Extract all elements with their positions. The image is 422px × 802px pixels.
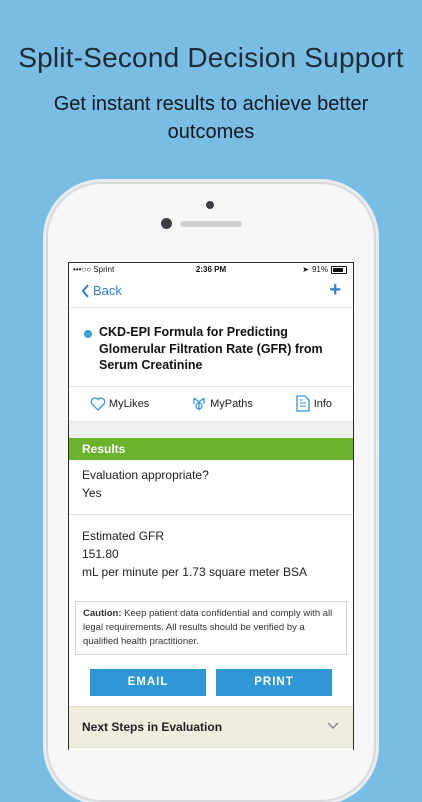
mypaths-label: MyPaths (210, 397, 253, 410)
evaluation-value: Yes (82, 485, 102, 500)
status-bar: •••○○ Sprint 2:36 PM ➤ 91% (69, 263, 353, 277)
phone-screen: •••○○ Sprint 2:36 PM ➤ 91% Back + CKD-EP… (68, 262, 354, 750)
info-document-icon (296, 395, 310, 412)
caution-prefix: Caution: (83, 607, 122, 619)
chevron-down-icon (327, 721, 339, 729)
evaluation-label: Evaluation appropriate? (82, 467, 209, 482)
front-camera (161, 218, 172, 229)
action-row: MyLikes MyPaths Info (69, 387, 353, 422)
gfr-unit: mL per minute per 1.73 square meter BSA (82, 564, 307, 579)
chevron-left-icon (81, 283, 89, 298)
gfr-field: Estimated GFR 151.80 mL per minute per 1… (69, 515, 353, 593)
mylikes-label: MyLikes (108, 397, 150, 410)
button-row: EMAIL PRINT (69, 655, 353, 706)
caution-notice: Caution: Keep patient data confidential … (75, 600, 347, 655)
print-button[interactable]: PRINT (216, 668, 332, 696)
sensor-dot (206, 201, 214, 209)
add-button[interactable]: + (329, 279, 341, 302)
back-button[interactable]: Back (81, 283, 122, 298)
mylikes-button[interactable]: MyLikes (90, 396, 150, 411)
heart-icon (90, 396, 106, 411)
results-header: Results (69, 437, 353, 460)
paths-icon (193, 396, 205, 410)
status-right: ➤ 91% (302, 265, 347, 274)
info-button[interactable]: Info (295, 395, 332, 412)
battery-percent: 91% (311, 265, 328, 274)
back-label: Back (93, 283, 122, 298)
battery-icon (331, 265, 347, 274)
next-steps-section[interactable]: Next Steps in Evaluation (69, 705, 353, 748)
next-steps-label: Next Steps in Evaluation (82, 719, 223, 734)
gfr-value: 151.80 (82, 546, 119, 561)
subheadline: Get instant results to achieve better ou… (53, 93, 369, 143)
calculator-header: CKD-EPI Formula for Predicting Glomerula… (69, 308, 353, 387)
earpiece-speaker (180, 221, 242, 227)
location-icon: ➤ (302, 265, 309, 274)
mypaths-button[interactable]: MyPaths (191, 396, 253, 412)
calculator-title: CKD-EPI Formula for Predicting Glomerula… (99, 325, 323, 372)
bullet-dot (84, 330, 92, 338)
email-button[interactable]: EMAIL (90, 668, 206, 696)
nav-bar: Back + (69, 277, 353, 308)
headline: Split-Second Decision Support (18, 42, 404, 73)
gfr-label: Estimated GFR (82, 528, 165, 543)
evaluation-field: Evaluation appropriate? Yes (69, 460, 353, 515)
section-spacer (69, 421, 353, 438)
info-label: Info (313, 397, 333, 410)
